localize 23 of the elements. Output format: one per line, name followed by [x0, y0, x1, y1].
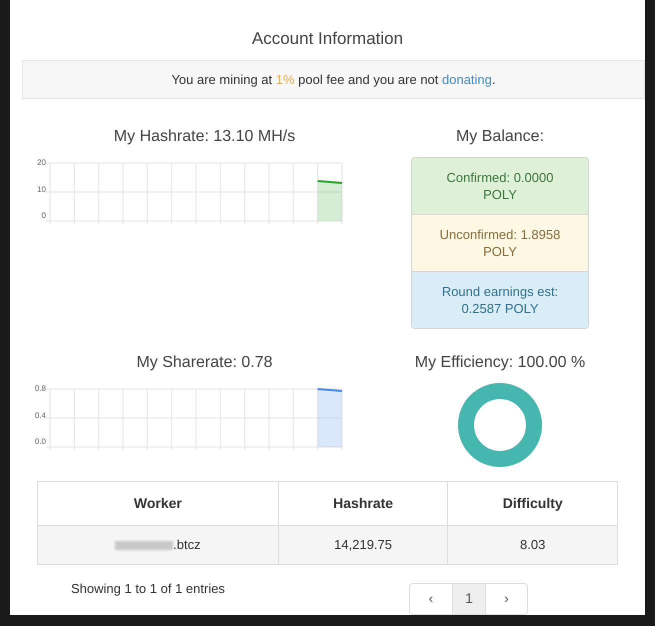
panel-title: Account Information	[250, 28, 404, 50]
table-cell: 8.03	[448, 526, 618, 564]
axis-tick-label: 10	[36, 184, 46, 194]
hashrate-title: My Hashrate: 13.10 MH/s	[114, 127, 296, 147]
next-page-button[interactable]: ›	[485, 584, 527, 614]
table-cell: .btcz	[38, 526, 278, 564]
axis-tick-label: 20	[36, 158, 46, 168]
table-cell: 14,219.75	[278, 526, 448, 564]
sharerate-title: My Sharerate: 0.78	[136, 353, 273, 373]
efficiency-title: My Efficiency: 100.00 %	[414, 353, 586, 373]
axis-tick-label: 0.8	[34, 384, 46, 394]
balance-item: Unconfirmed: 1.8958 POLY	[412, 214, 588, 271]
entries-info: Showing 1 to 1 of 1 entries	[71, 580, 225, 598]
balance-item: Confirmed: 0.0000 POLY	[412, 158, 588, 214]
balance-title: My Balance:	[456, 127, 544, 147]
column-header: Difficulty	[448, 482, 618, 526]
page-button[interactable]: 1	[452, 584, 485, 614]
axis-tick-label: 0.0	[34, 437, 46, 447]
column-header: Worker	[38, 482, 278, 526]
balance-item: Round earnings est: 0.2587 POLY	[412, 271, 588, 328]
axis-tick-label: 0.4	[34, 410, 46, 420]
notice-text: You are mining at 1% pool fee and you are not donating.	[171, 72, 496, 86]
axis-tick-label: 0	[40, 211, 46, 221]
